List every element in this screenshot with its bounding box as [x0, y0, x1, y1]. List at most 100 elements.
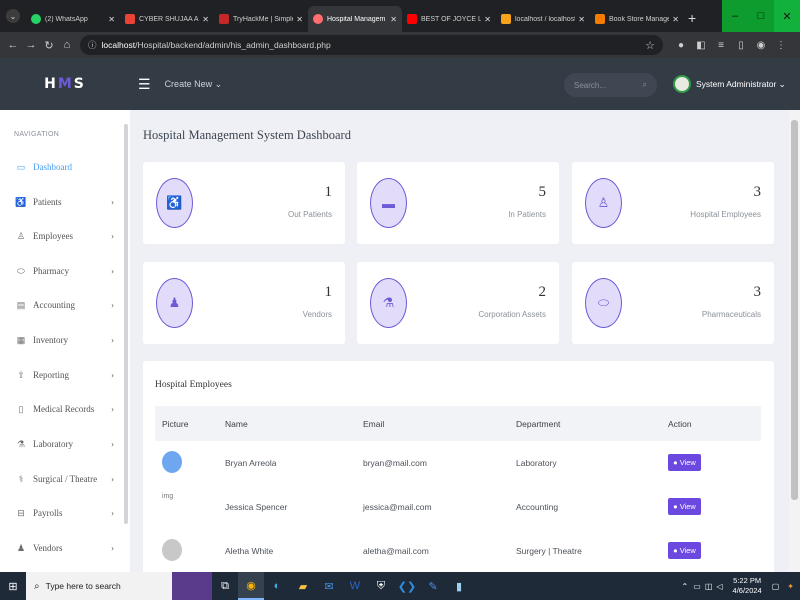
column-header: Email — [363, 419, 385, 429]
stat-card-hospital-employees: ♙ 3 Hospital Employees — [572, 162, 774, 244]
sidebar: NAVIGATION ▭ Dashboard ♿ Patients › ♙ Employ… — [0, 110, 130, 572]
create-new-dropdown[interactable]: Create New ⌄ — [165, 79, 223, 90]
new-tab-icon[interactable]: + — [688, 10, 696, 26]
search-icon[interactable]: ⌕ — [643, 80, 647, 90]
logo-letter: H — [44, 76, 58, 92]
scrollbar-thumb[interactable] — [791, 120, 798, 500]
taskbar-search-input[interactable]: ⌕ Type here to search — [26, 572, 172, 600]
sidebar-item-laboratory[interactable]: ⚗ Laboratory › — [0, 427, 124, 461]
back-icon[interactable]: ← — [4, 39, 22, 51]
chevron-up-icon[interactable]: ⌃ — [682, 582, 689, 591]
edge-icon[interactable]: ◐ — [264, 572, 290, 600]
battery-icon[interactable]: ▭ — [693, 582, 701, 591]
extensions-puzzle-icon[interactable]: ◧ — [691, 40, 711, 51]
money-icon: ▤ — [16, 299, 26, 310]
sidebar-item-vendors[interactable]: ♟ Vendors › — [0, 531, 124, 565]
task-view-icon[interactable]: ⧉ — [212, 572, 238, 600]
sidebar-item-accounting[interactable]: ▤ Accounting › — [0, 288, 124, 322]
page-scrollbar[interactable] — [789, 110, 800, 572]
browser-tab[interactable]: CYBER SHUJAA APP✕ — [120, 6, 214, 32]
close-icon[interactable]: ✕ — [390, 15, 397, 24]
sidebar-item-surgical-theatre[interactable]: ⚕ Surgical / Theatre › — [0, 462, 124, 496]
browser-tab[interactable]: localhost / localhost ✕ — [496, 6, 590, 32]
volume-icon[interactable]: ◁ — [716, 582, 722, 591]
column-header: Name — [225, 419, 248, 429]
home-icon[interactable]: ⌂ — [58, 39, 76, 51]
address-bar: ← → ↻ ⌂ ⓘ localhost/Hospital/backend/adm… — [0, 32, 800, 58]
menu-kebab-icon[interactable]: ⋮ — [771, 40, 791, 51]
word-icon[interactable]: W — [342, 572, 368, 600]
browser-tab-active[interactable]: Hospital Managem ✕ — [308, 6, 402, 32]
tab-search-icon[interactable]: ⌄ — [6, 9, 20, 23]
extension-icon[interactable]: ● — [671, 40, 691, 51]
eye-icon: ● — [673, 458, 678, 467]
employee-email: jessica@mail.com — [363, 502, 432, 512]
close-icon[interactable]: ✕ — [578, 15, 585, 24]
sidebar-item-inventory[interactable]: ▦ Inventory › — [0, 323, 124, 357]
close-icon[interactable]: ✕ — [202, 15, 209, 24]
browser-tab[interactable]: Book Store Manage ✕ — [590, 6, 684, 32]
hamburger-menu-icon[interactable]: ☰ — [138, 76, 151, 93]
sidebar-item-reporting[interactable]: ⇧ Reporting › — [0, 358, 124, 392]
sidebar-item-dashboard[interactable]: ▭ Dashboard — [0, 150, 124, 184]
bookmark-star-icon[interactable]: ☆ — [645, 39, 655, 52]
url-input[interactable]: ⓘ localhost/Hospital/backend/admin/his_a… — [80, 35, 663, 55]
forward-icon[interactable]: → — [22, 39, 40, 51]
browser-tab[interactable]: (2) WhatsApp ✕ — [26, 6, 120, 32]
column-header: Action — [668, 419, 692, 429]
view-button[interactable]: ● View — [668, 542, 701, 559]
sidebar-item-employees[interactable]: ♙ Employees › — [0, 219, 124, 253]
network-icon[interactable]: ◫ — [705, 582, 713, 591]
minimize-icon[interactable]: – — [722, 0, 748, 32]
sidebar-item-payrolls[interactable]: ⊟ Payrolls › — [0, 496, 124, 530]
close-icon[interactable]: ✕ — [484, 15, 491, 24]
close-icon[interactable]: ✕ — [672, 15, 679, 24]
profile-icon[interactable]: ◉ — [751, 40, 771, 51]
notes-app-icon[interactable]: ▮ — [446, 572, 472, 600]
windows-start-icon[interactable]: ⊞ — [0, 580, 26, 593]
close-icon[interactable]: ✕ — [296, 15, 303, 24]
vscode-icon[interactable]: ❮❯ — [394, 572, 420, 600]
window-controls: – □ ✕ — [722, 0, 800, 32]
view-button[interactable]: ● View — [668, 498, 701, 515]
notification-icon[interactable]: ▢ — [772, 582, 780, 591]
user-name: System Administrator ⌄ — [696, 78, 786, 89]
close-icon[interactable]: ✕ — [108, 15, 115, 24]
chevron-right-icon: › — [111, 543, 114, 553]
reading-list-icon[interactable]: ≡ — [711, 40, 731, 51]
file-explorer-icon[interactable]: ▰ — [290, 572, 316, 600]
search-highlight-image[interactable] — [172, 572, 212, 600]
taskbar-apps: ⧉ ◉ ◐ ▰ ✉ W ⛨ ❮❯ ✎ ▮ — [212, 572, 472, 600]
wheelchair-icon: ♿ — [15, 196, 27, 207]
browser-tab[interactable]: TryHackMe | Simple ✕ — [214, 6, 308, 32]
logo-letter: S — [73, 76, 86, 92]
search-input[interactable]: Search... ⌕ — [564, 73, 657, 97]
sidebar-item-patients[interactable]: ♿ Patients › — [0, 185, 124, 219]
employee-name: Jessica Spencer — [225, 502, 288, 512]
sidepanel-icon[interactable]: ▯ — [731, 40, 751, 51]
user-menu[interactable]: System Administrator ⌄ — [673, 75, 786, 93]
reload-icon[interactable]: ↻ — [40, 39, 58, 52]
sidebar-item-pharmacy[interactable]: ⬭ Pharmacy › — [0, 254, 124, 288]
eye-icon: ● — [673, 546, 678, 555]
window-close-icon[interactable]: ✕ — [774, 0, 800, 32]
security-shield-icon[interactable]: ⛨ — [368, 572, 394, 600]
user-icon: ♙ — [16, 230, 26, 241]
sidebar-scrollbar[interactable] — [124, 124, 128, 524]
chrome-icon[interactable]: ◉ — [238, 572, 264, 600]
sidebar-item-label: Medical Records — [33, 404, 95, 414]
mail-icon[interactable]: ✉ — [316, 572, 342, 600]
browser-tab[interactable]: BEST OF JOYCE LAN✕ — [402, 6, 496, 32]
doctor-icon: ♙ — [585, 178, 622, 228]
pen-app-icon[interactable]: ✎ — [420, 572, 446, 600]
hms-logo[interactable]: HMS — [0, 76, 130, 92]
maximize-icon[interactable]: □ — [748, 0, 774, 32]
tab-label: BEST OF JOYCE LAN — [421, 15, 482, 23]
sidebar-item-label: Dashboard — [33, 162, 72, 172]
copilot-icon[interactable]: ✦ — [787, 582, 794, 591]
site-info-icon[interactable]: ⓘ — [88, 39, 97, 51]
view-label: View — [679, 546, 696, 555]
taskbar-clock[interactable]: 5:22 PM 4/6/2024 — [733, 576, 762, 596]
sidebar-item-medical-records[interactable]: ▯ Medical Records › — [0, 392, 124, 426]
view-button[interactable]: ● View — [668, 454, 701, 471]
